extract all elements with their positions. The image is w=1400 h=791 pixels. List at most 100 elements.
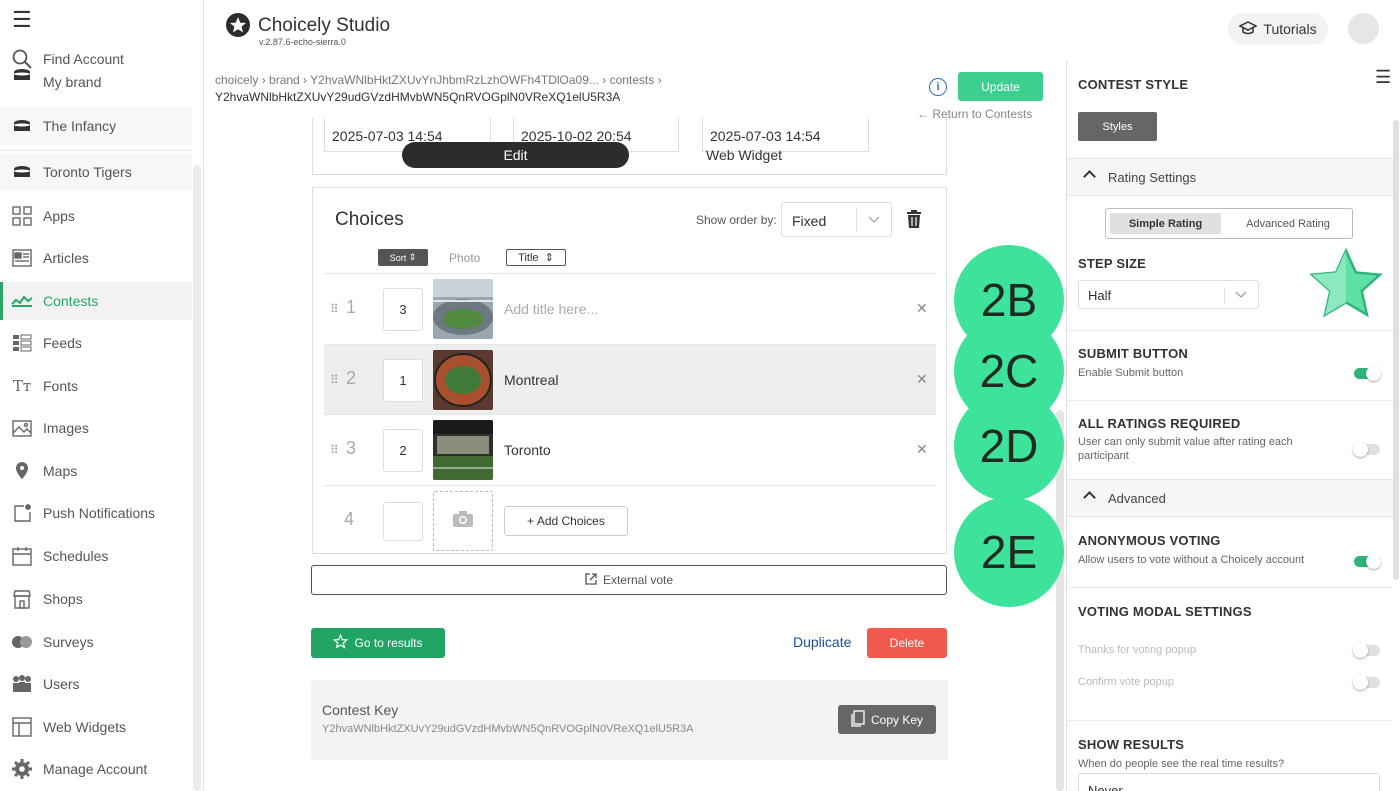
sidebar-item-label: Articles bbox=[43, 250, 89, 266]
advanced-rating-option[interactable]: Advanced Rating bbox=[1226, 213, 1350, 234]
show-results-select[interactable]: Never bbox=[1078, 773, 1380, 791]
duplicate-button[interactable]: Duplicate bbox=[793, 634, 851, 650]
order-select[interactable]: Fixed bbox=[781, 202, 892, 237]
go-to-results-button[interactable]: Go to results bbox=[311, 628, 445, 658]
sidebar-item-fonts[interactable]: Tт Fonts bbox=[0, 367, 192, 405]
sort-column-button[interactable]: Sort ⇕ bbox=[378, 249, 428, 266]
sidebar-item-label: Maps bbox=[43, 463, 78, 479]
widgets-icon bbox=[11, 716, 33, 738]
sidebar-item-label: Manage Account bbox=[43, 761, 148, 777]
sidebar-item-contests[interactable]: Contests bbox=[0, 282, 192, 320]
sidebar-item-label: Schedules bbox=[43, 548, 109, 564]
choices-panel: Choices Show order by: Fixed Sort ⇕ Phot… bbox=[312, 187, 947, 554]
drag-handle-icon[interactable]: ⠿ bbox=[330, 302, 339, 316]
hamburger-menu-icon[interactable]: ☰ bbox=[12, 9, 32, 31]
rating-settings-header[interactable]: Rating Settings bbox=[1067, 158, 1393, 196]
push-icon bbox=[11, 502, 33, 524]
confirm-popup-toggle[interactable] bbox=[1353, 675, 1380, 690]
table-row: ⠿ 2 1 Montreal ✕ bbox=[324, 344, 936, 414]
sort-label: Sort bbox=[389, 252, 407, 263]
panel-scrollbar[interactable] bbox=[1393, 120, 1399, 580]
sidebar-item-manage-account[interactable]: Manage Account bbox=[0, 750, 192, 788]
app-version: v.2.87.6-echo-sierra.0 bbox=[259, 37, 346, 47]
sidebar-item-shops[interactable]: Shops bbox=[0, 580, 192, 618]
sort-input[interactable] bbox=[383, 502, 423, 541]
tutorials-label: Tutorials bbox=[1263, 21, 1317, 37]
avatar[interactable] bbox=[1348, 13, 1379, 44]
camera-icon bbox=[453, 510, 473, 532]
delete-button[interactable]: Delete bbox=[867, 628, 947, 658]
sort-input[interactable]: 3 bbox=[383, 288, 423, 331]
sidebar-item-label: Apps bbox=[43, 208, 75, 224]
copy-key-label: Copy Key bbox=[870, 712, 924, 727]
sidebar-item-schedules[interactable]: Schedules bbox=[0, 537, 192, 575]
info-icon[interactable]: i bbox=[929, 78, 947, 96]
sidebar-item-my-brand[interactable]: My brand bbox=[0, 66, 192, 92]
all-ratings-toggle[interactable] bbox=[1353, 442, 1380, 457]
choice-photo[interactable] bbox=[433, 279, 493, 339]
show-results-value: Never bbox=[1088, 783, 1123, 791]
copy-key-button[interactable]: Copy Key bbox=[838, 705, 936, 734]
simple-rating-option[interactable]: Simple Rating bbox=[1110, 213, 1221, 234]
sidebar-item-label: Toronto Tigers bbox=[43, 164, 132, 180]
submit-button-toggle[interactable] bbox=[1354, 366, 1381, 381]
photo-upload[interactable] bbox=[433, 491, 493, 551]
sort-input[interactable]: 1 bbox=[383, 359, 423, 402]
sidebar-scrollbar[interactable] bbox=[193, 165, 201, 791]
sidebar-item-label: Shops bbox=[43, 591, 83, 607]
sidebar-item-apps[interactable]: Apps bbox=[0, 197, 192, 235]
anonymous-voting-toggle[interactable] bbox=[1354, 554, 1381, 569]
choice-photo[interactable] bbox=[433, 420, 493, 480]
brand-icon bbox=[11, 66, 33, 86]
sidebar-item-surveys[interactable]: Surveys bbox=[0, 623, 192, 661]
tutorials-button[interactable]: Tutorials bbox=[1228, 13, 1328, 45]
sidebar-item-label: Push Notifications bbox=[43, 505, 156, 521]
choice-photo[interactable] bbox=[433, 350, 493, 410]
show-results-desc: When do people see the real time results… bbox=[1078, 758, 1285, 770]
sidebar-item-toronto-tigers[interactable]: Toronto Tigers bbox=[0, 153, 192, 191]
sidebar-item-label: Feeds bbox=[43, 335, 82, 351]
tab-web-widget[interactable]: Web Widget bbox=[706, 147, 782, 163]
update-button[interactable]: Update bbox=[958, 72, 1043, 101]
panel-menu-icon[interactable]: ☰ bbox=[1375, 67, 1391, 88]
title-input[interactable]: Toronto bbox=[504, 442, 551, 458]
title-input[interactable]: Montreal bbox=[504, 372, 558, 388]
close-icon[interactable]: ✕ bbox=[916, 371, 928, 388]
table-row-new: 4 + Add Choices bbox=[324, 485, 936, 555]
thanks-popup-toggle[interactable] bbox=[1353, 643, 1380, 658]
drag-handle-icon[interactable]: ⠿ bbox=[330, 373, 339, 387]
submit-button-desc: Enable Submit button bbox=[1078, 367, 1184, 379]
drag-handle-icon[interactable]: ⠿ bbox=[330, 443, 339, 457]
sidebar-item-the-infancy[interactable]: The Infancy bbox=[0, 107, 192, 145]
sidebar: ☰ Find Account My brand The Infancy Toro… bbox=[0, 0, 204, 791]
sidebar-item-feeds[interactable]: Feeds bbox=[0, 324, 192, 362]
title-input[interactable]: Add title here... bbox=[504, 301, 598, 317]
tab-edit[interactable]: Edit bbox=[402, 142, 629, 168]
sidebar-item-push-notifications[interactable]: Push Notifications bbox=[0, 494, 192, 532]
voting-modal-heading: VOTING MODAL SETTINGS bbox=[1078, 604, 1252, 619]
styles-button[interactable]: Styles bbox=[1078, 112, 1157, 141]
step-size-select[interactable]: Half bbox=[1078, 280, 1259, 309]
sidebar-item-users[interactable]: Users bbox=[0, 665, 192, 703]
sidebar-item-images[interactable]: Images bbox=[0, 409, 192, 447]
step-size-heading: STEP SIZE bbox=[1078, 256, 1147, 271]
close-icon[interactable]: ✕ bbox=[916, 441, 928, 458]
breadcrumb[interactable]: choicely › brand › Y2hvaWNlbHktZXUvYnJhb… bbox=[215, 73, 662, 87]
chevron-down-icon bbox=[1235, 291, 1247, 299]
sidebar-item-articles[interactable]: Articles bbox=[0, 239, 192, 277]
sort-input[interactable]: 2 bbox=[383, 429, 423, 472]
external-vote-button[interactable]: External vote bbox=[311, 565, 947, 595]
all-ratings-heading: ALL RATINGS REQUIRED bbox=[1078, 416, 1241, 431]
trash-icon[interactable] bbox=[905, 210, 923, 228]
contest-key-value: Y2hvaWNlbHktZXUvY29udGVzdHMvbWN5QnRVOGpl… bbox=[322, 723, 694, 735]
sidebar-item-maps[interactable]: Maps bbox=[0, 452, 192, 490]
title-column-button[interactable]: Title ⇕ bbox=[506, 249, 566, 266]
close-icon[interactable]: ✕ bbox=[916, 300, 928, 317]
add-choices-button[interactable]: + Add Choices bbox=[504, 506, 628, 536]
fonts-icon: Tт bbox=[12, 377, 32, 395]
sidebar-item-web-widgets[interactable]: Web Widgets bbox=[0, 708, 192, 746]
title-label: Title bbox=[518, 251, 539, 264]
advanced-header[interactable]: Advanced bbox=[1067, 479, 1393, 517]
photo-column-header: Photo bbox=[449, 251, 481, 265]
show-order-label: Show order by: bbox=[696, 213, 777, 227]
